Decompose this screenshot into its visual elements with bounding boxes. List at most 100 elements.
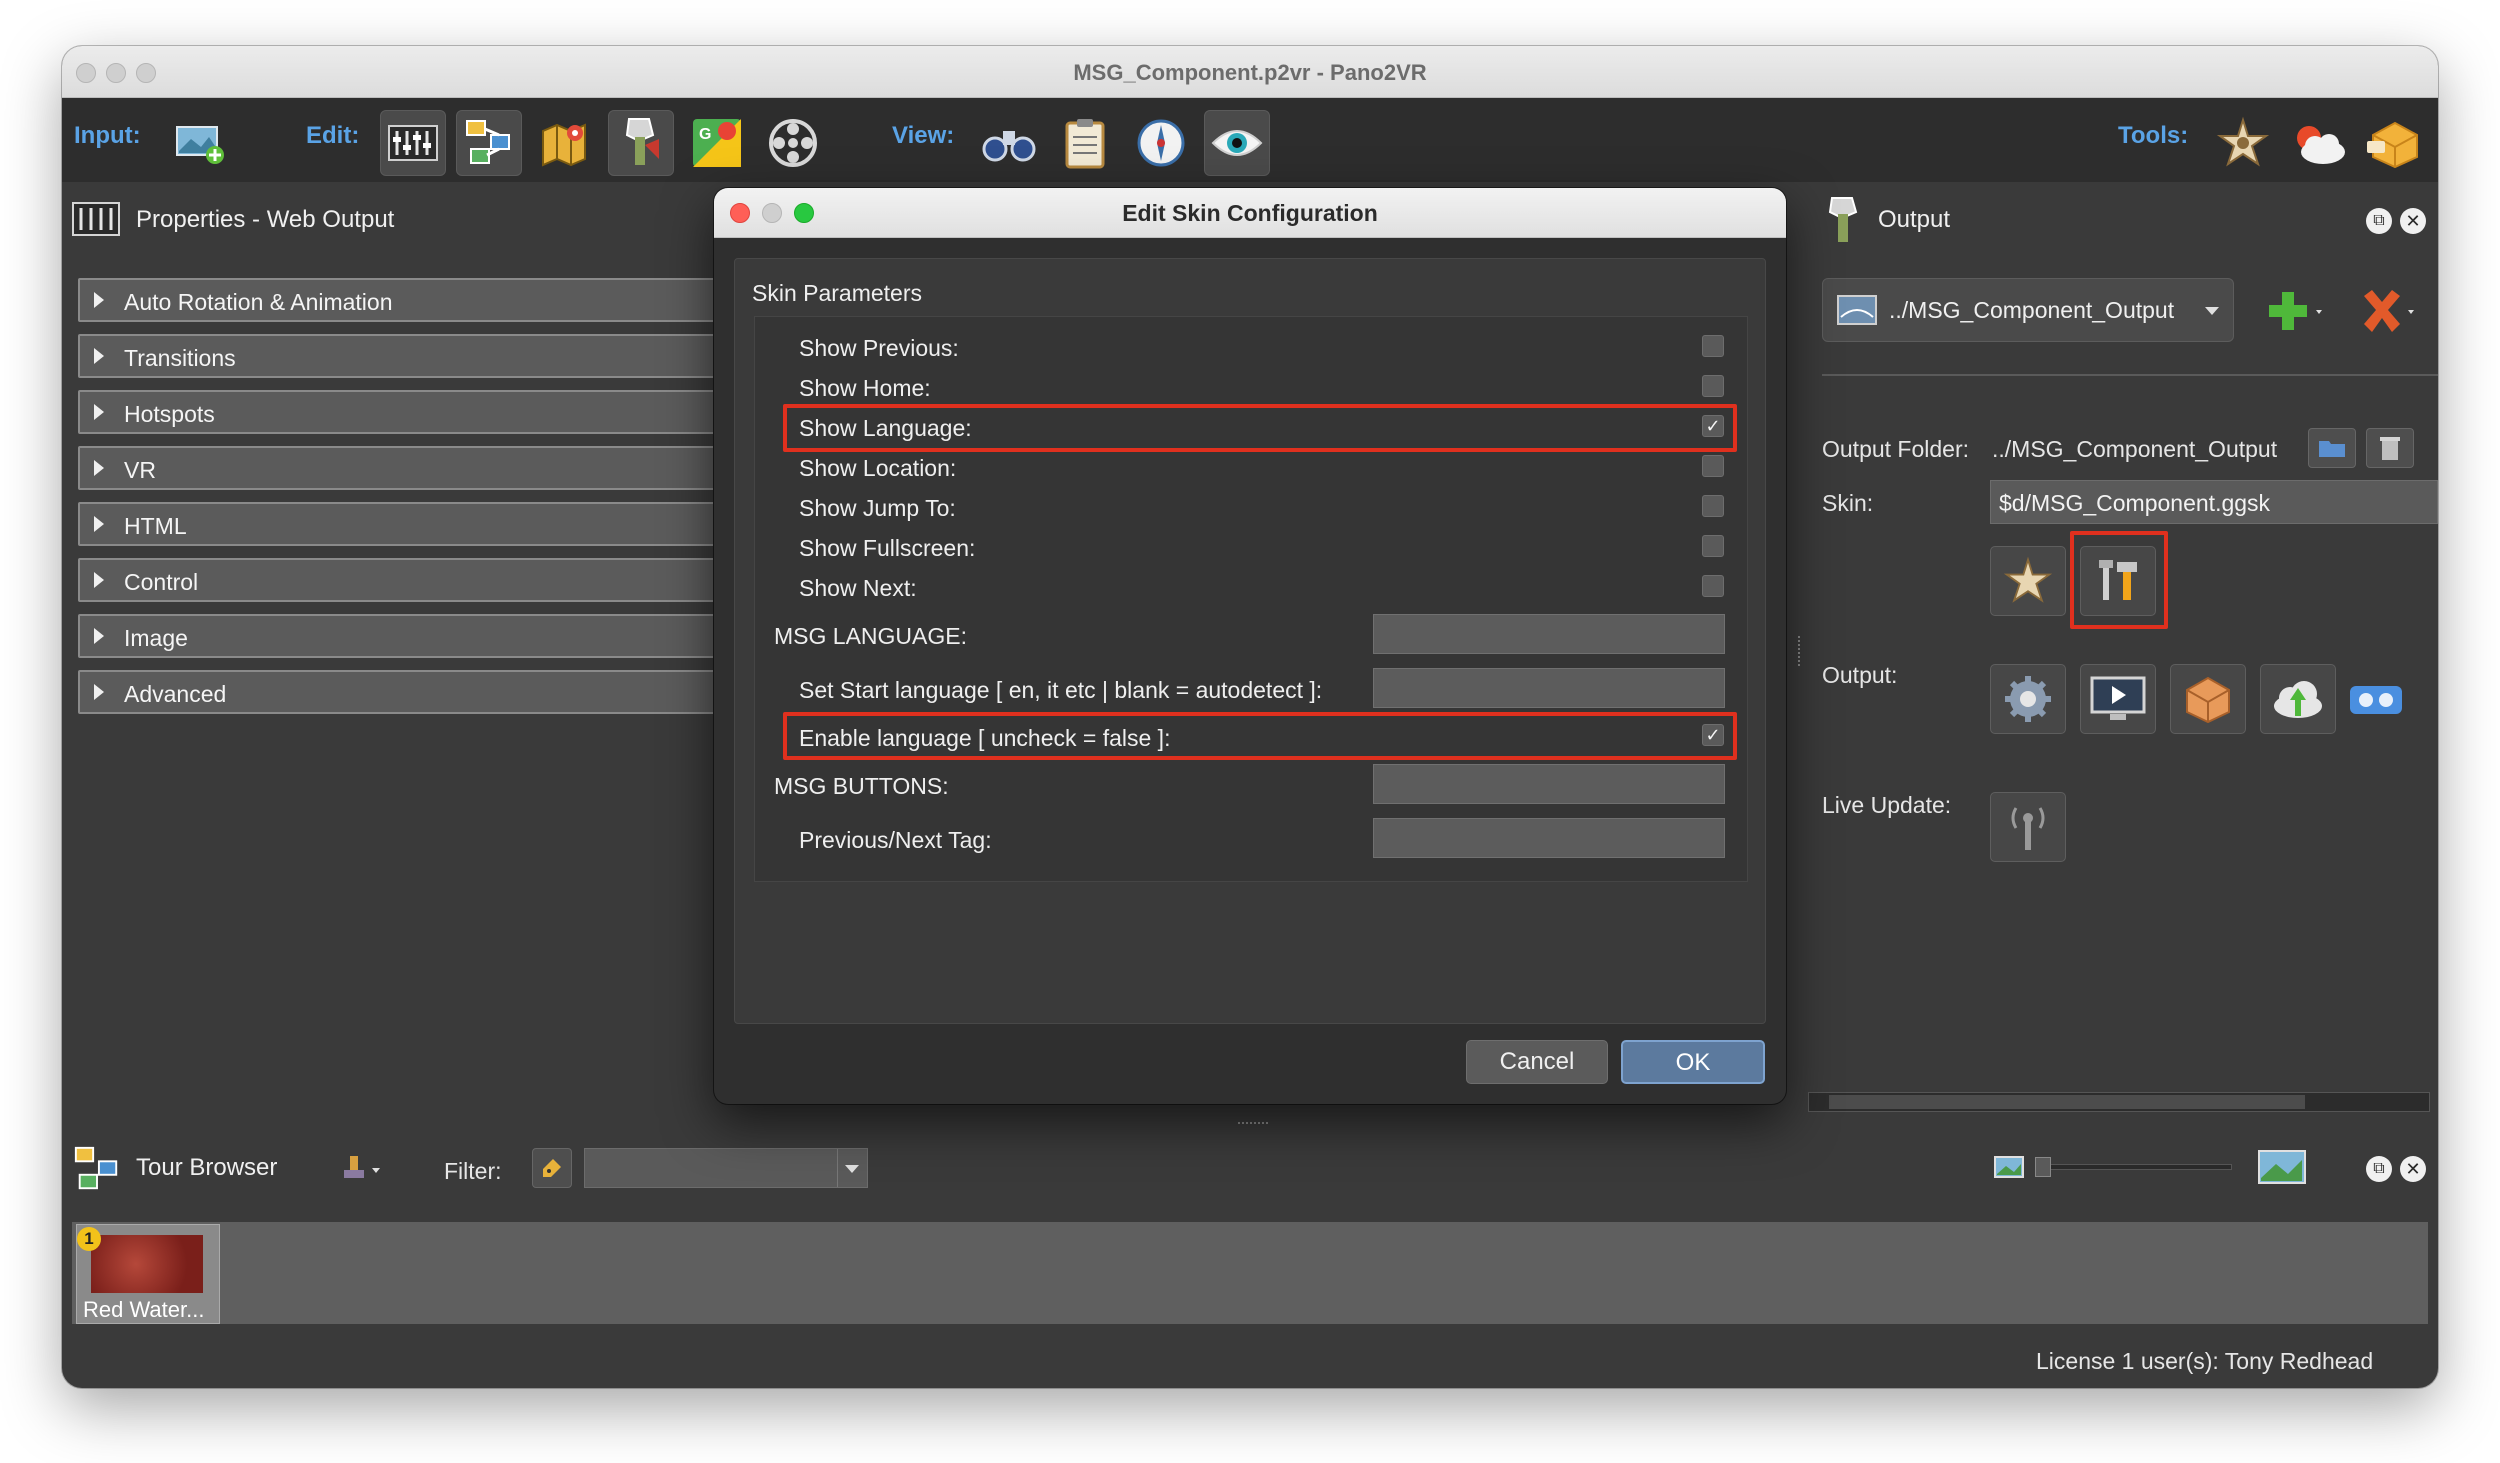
show-jump-to-label: Show Jump To: (799, 495, 956, 521)
toolbar-edit-label: Edit: (306, 122, 360, 149)
add-output-button[interactable] (2264, 286, 2330, 336)
skin-path-field[interactable]: $d/MSG_Component.ggsk (1990, 480, 2438, 524)
trash-icon[interactable] (2366, 428, 2414, 468)
section-hotspots[interactable]: Hotspots (78, 390, 718, 434)
live-update-label: Live Update: (1822, 792, 1952, 818)
sort-stamp-icon[interactable] (338, 1152, 386, 1188)
properties-panel-icon (72, 202, 120, 236)
skin-editor-icon[interactable] (1990, 546, 2066, 616)
properties-icon[interactable] (380, 110, 446, 176)
undock-icon[interactable]: ⧉ (2366, 1156, 2392, 1182)
antenna-icon[interactable] (1990, 792, 2066, 862)
show-fullscreen-label: Show Fullscreen: (799, 535, 976, 561)
section-auto-rotation[interactable]: Auto Rotation & Animation (78, 278, 718, 322)
tour-browser-title: Tour Browser (136, 1154, 278, 1181)
close-panel-icon[interactable]: ✕ (2400, 208, 2426, 234)
highlight-box (783, 712, 1737, 760)
section-advanced[interactable]: Advanced (78, 670, 718, 714)
msg-language-field[interactable] (1373, 614, 1725, 654)
prev-next-tag-input[interactable] (1373, 818, 1725, 858)
highlight-box (2070, 531, 2168, 629)
filter-dropdown[interactable] (584, 1148, 868, 1188)
show-previous-label: Show Previous: (799, 335, 959, 361)
output-selector-value: ../MSG_Component_Output (1889, 297, 2175, 323)
tour-browser-icon[interactable] (456, 110, 522, 176)
ok-button[interactable]: OK (1621, 1040, 1765, 1084)
chevron-down-icon (845, 1165, 859, 1173)
close-panel-icon[interactable]: ✕ (2400, 1156, 2426, 1182)
section-transitions[interactable]: Transitions (78, 334, 718, 378)
start-language-input[interactable] (1373, 668, 1725, 708)
expand-arrow-icon (94, 348, 104, 364)
toolbar-tools-label: Tools: (2118, 122, 2189, 149)
package-box-icon[interactable] (2170, 664, 2246, 734)
thumbnail-size-slider[interactable] (2035, 1157, 2232, 1177)
node-number-badge: 1 (77, 1227, 101, 1251)
section-control[interactable]: Control (78, 558, 718, 602)
splitter-handle[interactable] (1798, 636, 1802, 666)
toolbar-input-label: Input: (74, 122, 141, 149)
small-thumbnail-icon (1994, 1156, 2024, 1178)
license-status: License 1 user(s): Tony Redhead (2036, 1348, 2374, 1374)
output-icon[interactable] (608, 110, 674, 176)
msg-buttons-label: MSG BUTTONS: (774, 773, 949, 799)
expand-arrow-icon (94, 516, 104, 532)
expand-arrow-icon (94, 684, 104, 700)
settings-gear-icon[interactable] (1990, 664, 2066, 734)
expand-arrow-icon (94, 628, 104, 644)
package-icon[interactable] (2362, 110, 2428, 176)
large-thumbnail-icon (2258, 1150, 2306, 1184)
cloud-icon[interactable] (2286, 110, 2352, 176)
filter-tag-icon[interactable] (532, 1148, 572, 1188)
binoculars-icon[interactable] (976, 110, 1042, 176)
title-bar: MSG_Component.p2vr - Pano2VR (62, 46, 2438, 98)
show-jump-to-checkbox[interactable] (1702, 495, 1724, 517)
map-icon[interactable] (532, 110, 598, 176)
upload-cloud-icon[interactable] (2260, 664, 2336, 734)
expand-arrow-icon (94, 572, 104, 588)
prev-next-tag-label: Previous/Next Tag: (799, 827, 992, 853)
skin-editor-icon[interactable] (2210, 110, 2276, 176)
msg-buttons-field[interactable] (1373, 764, 1725, 804)
section-vr[interactable]: VR (78, 446, 718, 490)
show-location-checkbox[interactable] (1702, 455, 1724, 477)
scrollbar-thumb[interactable] (1829, 1095, 2305, 1109)
start-language-label: Set Start language [ en, it etc | blank … (799, 677, 1323, 703)
undock-icon[interactable]: ⧉ (2366, 208, 2392, 234)
cancel-button[interactable]: Cancel (1466, 1040, 1608, 1084)
output-type-icon (1837, 295, 1877, 325)
google-maps-icon[interactable]: G (684, 110, 750, 176)
panorama-image (91, 1235, 203, 1293)
splitter-handle[interactable] (1238, 1122, 1268, 1126)
clipboard-icon[interactable] (1052, 110, 1118, 176)
slider-handle[interactable] (2035, 1157, 2051, 1177)
msg-language-label: MSG LANGUAGE: (774, 623, 967, 649)
section-image[interactable]: Image (78, 614, 718, 658)
image-add-icon[interactable] (168, 110, 234, 176)
expand-arrow-icon (94, 460, 104, 476)
divider (837, 1149, 838, 1187)
properties-panel-title: Properties - Web Output (136, 206, 395, 233)
eye-icon[interactable] (1204, 110, 1270, 176)
tour-browser-strip (72, 1222, 2428, 1324)
horizontal-scrollbar[interactable] (1808, 1092, 2430, 1112)
tour-browser-panel-icon (72, 1144, 122, 1194)
vr-headset-icon[interactable] (2348, 680, 2404, 720)
remove-output-button[interactable] (2356, 286, 2422, 336)
chevron-down-icon (2205, 307, 2219, 315)
output-label: Output: (1822, 662, 1898, 688)
output-selector[interactable]: ../MSG_Component_Output (1822, 278, 2234, 342)
show-home-checkbox[interactable] (1702, 375, 1724, 397)
output-folder-label: Output Folder: (1822, 436, 1970, 462)
section-html[interactable]: HTML (78, 502, 718, 546)
show-previous-checkbox[interactable] (1702, 335, 1724, 357)
film-reel-icon[interactable] (760, 110, 826, 176)
show-location-label: Show Location: (799, 455, 957, 481)
show-next-checkbox[interactable] (1702, 575, 1724, 597)
show-fullscreen-checkbox[interactable] (1702, 535, 1724, 557)
preview-monitor-icon[interactable] (2080, 664, 2156, 734)
panorama-thumbnail[interactable]: 1 Red Water... (76, 1224, 220, 1324)
panorama-label: Red Water... (83, 1297, 205, 1322)
compass-icon[interactable] (1128, 110, 1194, 176)
open-folder-button[interactable] (2308, 428, 2356, 468)
